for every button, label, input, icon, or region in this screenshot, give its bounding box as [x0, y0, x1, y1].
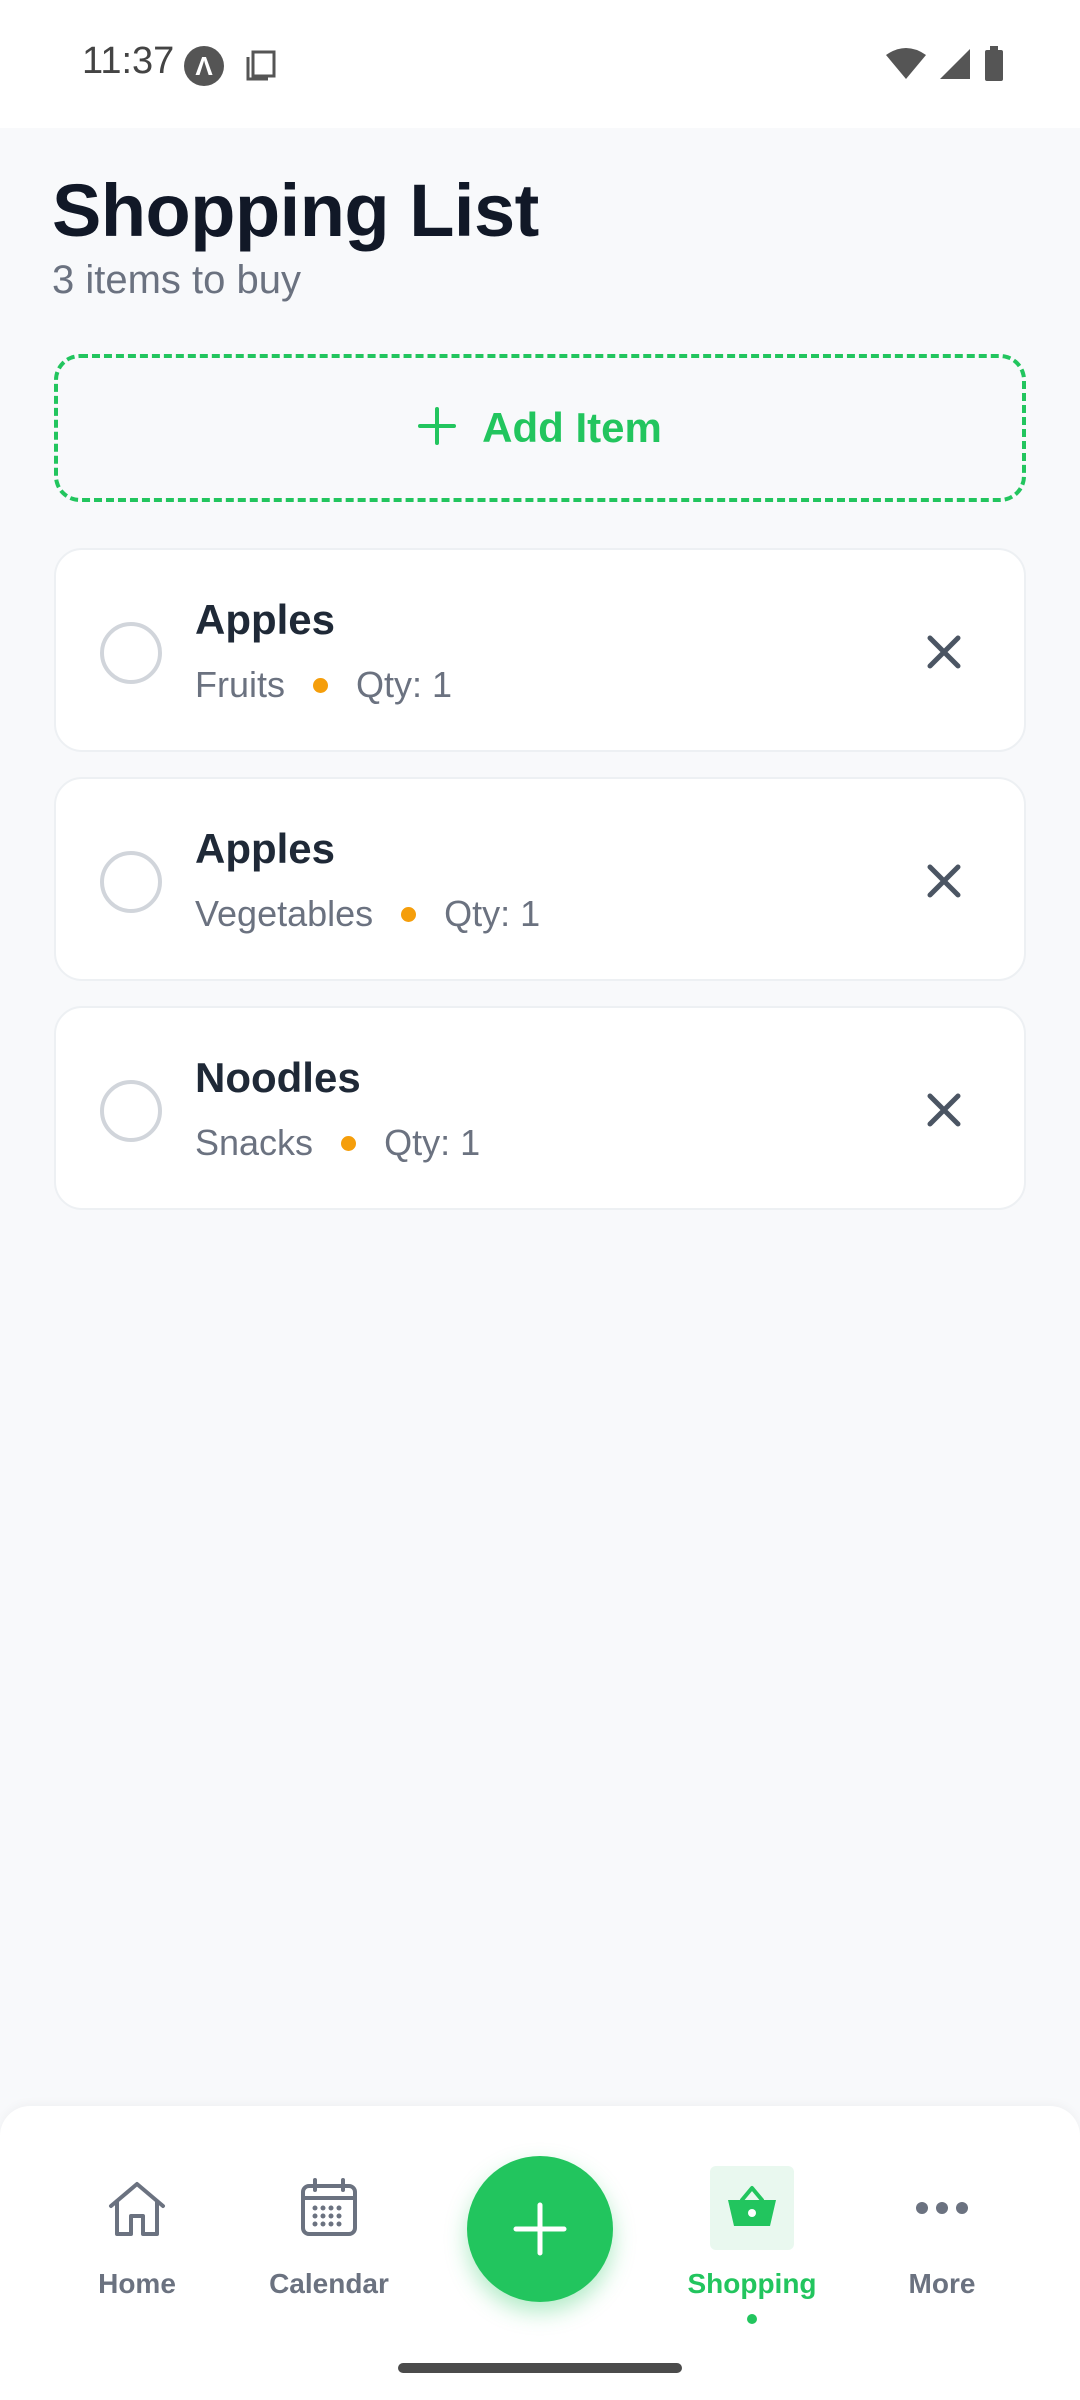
add-fab-button[interactable]: [467, 2156, 613, 2302]
item-name: Noodles: [195, 1054, 361, 1101]
remove-item-button[interactable]: [916, 853, 972, 909]
nav-more[interactable]: More: [862, 2166, 1022, 2300]
page-title: Shopping List: [52, 169, 539, 252]
nav-label: More: [908, 2268, 976, 2299]
wifi-icon: [886, 47, 926, 86]
nav-label: Calendar: [269, 2268, 389, 2299]
home-indicator[interactable]: [398, 2363, 682, 2373]
battery-icon: [984, 46, 1004, 87]
separator-dot: [341, 1135, 357, 1151]
item-quantity: Qty: 1: [384, 1122, 481, 1163]
notification-a-icon: Λ: [184, 46, 224, 86]
nav-calendar[interactable]: Calendar: [249, 2166, 409, 2300]
clipboard-icon: [244, 48, 278, 87]
item-name: Apples: [195, 825, 336, 872]
status-icons: [886, 46, 1004, 87]
shopping-item-card: Apples Vegetables Qty: 1: [54, 777, 1026, 981]
page-subtitle: 3 items to buy: [52, 258, 302, 302]
shopping-item-card: Apples Fruits Qty: 1: [54, 548, 1026, 752]
calendar-icon: [287, 2166, 371, 2250]
item-category: Fruits: [195, 664, 285, 705]
nav-label: Home: [98, 2268, 176, 2299]
nav-label: Shopping: [687, 2268, 817, 2299]
item-category: Snacks: [195, 1122, 314, 1163]
item-checkbox[interactable]: [100, 851, 162, 913]
item-checkbox[interactable]: [100, 622, 162, 684]
add-item-label: Add Item: [482, 404, 662, 451]
item-meta: Fruits Qty: 1: [195, 664, 452, 706]
more-icon: [900, 2166, 984, 2250]
nav-shopping[interactable]: Shopping: [672, 2166, 832, 2324]
add-item-button[interactable]: Add Item: [54, 354, 1026, 502]
item-quantity: Qty: 1: [444, 893, 541, 934]
plus-icon: [513, 2202, 567, 2256]
status-time: 11:37: [82, 40, 175, 82]
remove-item-button[interactable]: [916, 624, 972, 680]
item-meta: Snacks Qty: 1: [195, 1122, 480, 1164]
item-category: Vegetables: [195, 893, 374, 934]
plus-icon: [418, 406, 457, 450]
remove-item-button[interactable]: [916, 1082, 972, 1138]
nav-home[interactable]: Home: [57, 2166, 217, 2300]
status-bar: 11:37 Λ: [0, 0, 1080, 128]
shopping-item-card: Noodles Snacks Qty: 1: [54, 1006, 1026, 1210]
item-meta: Vegetables Qty: 1: [195, 893, 540, 935]
item-checkbox[interactable]: [100, 1080, 162, 1142]
close-icon: [927, 864, 961, 898]
home-icon: [95, 2166, 179, 2250]
close-icon: [927, 635, 961, 669]
separator-dot: [401, 906, 417, 922]
item-quantity: Qty: 1: [356, 664, 453, 705]
close-icon: [927, 1093, 961, 1127]
item-name: Apples: [195, 596, 336, 643]
signal-icon: [938, 47, 972, 86]
active-indicator: [747, 2314, 757, 2324]
separator-dot: [313, 677, 328, 693]
basket-icon: [710, 2166, 794, 2250]
